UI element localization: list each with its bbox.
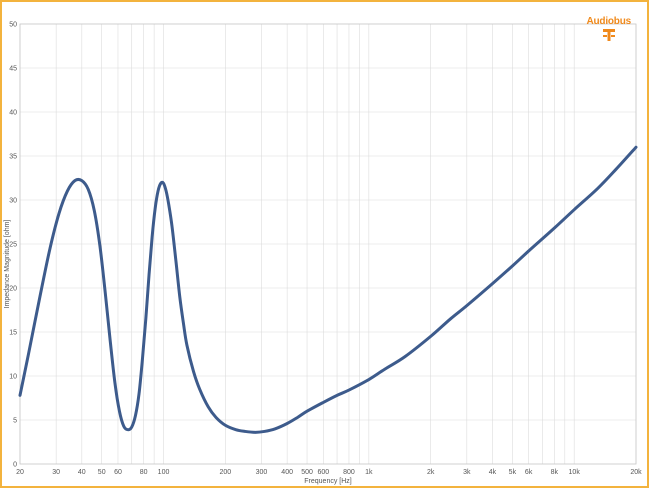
y-tick-label: 40 <box>9 110 17 117</box>
audiobus-logo: Audiobus <box>586 16 631 42</box>
y-tick-label: 0 <box>13 462 17 469</box>
tick-labels: 20 30 40 50 60 80 100 200 300 400 500 600 800 1k 2k 3k 4… <box>9 22 642 477</box>
x-tick-label: 1k <box>365 469 373 476</box>
chart-frame: 20 30 40 50 60 80 100 200 300 400 500 600 800 1k 2k 3k 4… <box>0 0 649 488</box>
x-tick-label: 10k <box>569 469 581 476</box>
x-tick-label: 3k <box>463 469 471 476</box>
x-tick-label: 20 <box>16 469 24 476</box>
y-tick-label: 15 <box>9 330 17 337</box>
x-tick-label: 8k <box>551 469 559 476</box>
impedance-curve <box>18 145 638 434</box>
x-tick-label: 200 <box>219 469 231 476</box>
x-tick-label: 800 <box>343 469 355 476</box>
x-tick-label: 50 <box>98 469 106 476</box>
x-tick-label: 30 <box>52 469 60 476</box>
x-tick-label: 400 <box>281 469 293 476</box>
x-tick-label: 300 <box>256 469 268 476</box>
x-tick-label: 4k <box>489 469 497 476</box>
y-tick-label: 45 <box>9 66 17 73</box>
x-tick-label: 80 <box>140 469 148 476</box>
curve-layer <box>18 145 638 434</box>
y-tick-label: 50 <box>9 22 17 29</box>
y-tick-label: 10 <box>9 374 17 381</box>
x-tick-label: 5k <box>509 469 517 476</box>
x-tick-label: 500 <box>301 469 313 476</box>
x-tick-label: 60 <box>114 469 122 476</box>
x-tick-label: 100 <box>158 469 170 476</box>
x-tick-label: 40 <box>78 469 86 476</box>
grid <box>19 23 637 465</box>
x-tick-label: 600 <box>317 469 329 476</box>
y-tick-label: 5 <box>13 418 17 425</box>
x-axis-title: Frequency [Hz] <box>304 478 352 485</box>
logo-mark-icon <box>602 29 615 41</box>
x-tick-label: 2k <box>427 469 435 476</box>
y-axis-title: Impedance Magnitude [ohm] <box>4 220 11 309</box>
impedance-chart: 20 30 40 50 60 80 100 200 300 400 500 600 800 1k 2k 3k 4… <box>4 22 642 486</box>
y-tick-label: 35 <box>9 154 17 161</box>
x-tick-label: 6k <box>525 469 533 476</box>
x-tick-label: 20k <box>630 469 642 476</box>
y-tick-label: 30 <box>9 198 17 205</box>
logo-text: Audiobus <box>586 16 631 27</box>
